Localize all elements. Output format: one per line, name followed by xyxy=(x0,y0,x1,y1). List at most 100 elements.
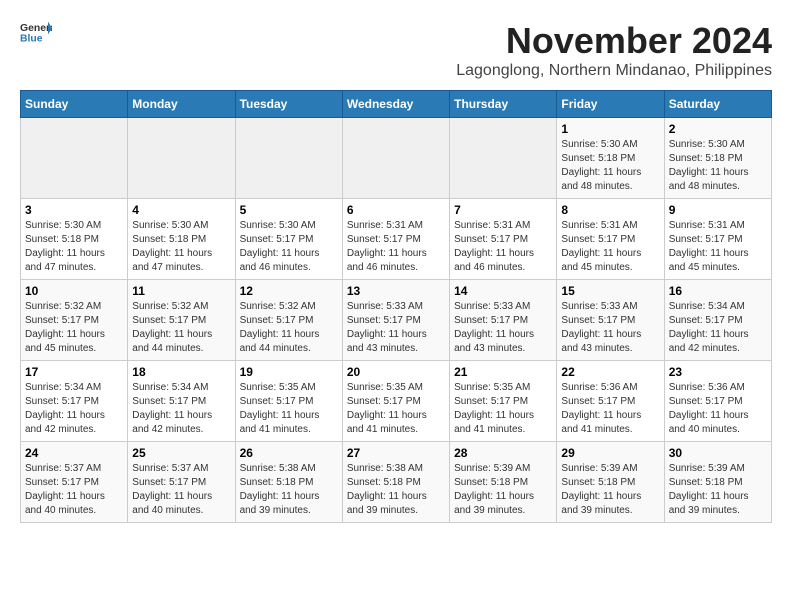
day-info: Sunrise: 5:30 AM Sunset: 5:18 PM Dayligh… xyxy=(669,138,767,194)
weekday-header-monday: Monday xyxy=(128,91,235,118)
calendar-week-row: 10 Sunrise: 5:32 AM Sunset: 5:17 PM Dayli… xyxy=(21,280,772,361)
month-title: November 2024 xyxy=(456,20,772,62)
weekday-header-sunday: Sunday xyxy=(21,91,128,118)
day-number: 17 xyxy=(25,365,123,379)
calendar-cell: 20 Sunrise: 5:35 AM Sunset: 5:17 PM Dayli… xyxy=(342,361,449,442)
day-number: 3 xyxy=(25,203,123,217)
day-number: 24 xyxy=(25,446,123,460)
day-info: Sunrise: 5:39 AM Sunset: 5:18 PM Dayligh… xyxy=(669,462,767,518)
day-info: Sunrise: 5:31 AM Sunset: 5:17 PM Dayligh… xyxy=(669,219,767,275)
day-number: 19 xyxy=(240,365,338,379)
day-info: Sunrise: 5:30 AM Sunset: 5:18 PM Dayligh… xyxy=(25,219,123,275)
weekday-header-friday: Friday xyxy=(557,91,664,118)
day-number: 12 xyxy=(240,284,338,298)
day-info: Sunrise: 5:32 AM Sunset: 5:17 PM Dayligh… xyxy=(132,300,230,356)
day-info: Sunrise: 5:39 AM Sunset: 5:18 PM Dayligh… xyxy=(561,462,659,518)
day-number: 8 xyxy=(561,203,659,217)
calendar-cell: 25 Sunrise: 5:37 AM Sunset: 5:17 PM Dayli… xyxy=(128,442,235,523)
day-info: Sunrise: 5:32 AM Sunset: 5:17 PM Dayligh… xyxy=(240,300,338,356)
day-number: 14 xyxy=(454,284,552,298)
calendar-cell xyxy=(450,118,557,199)
day-number: 1 xyxy=(561,122,659,136)
calendar-week-row: 24 Sunrise: 5:37 AM Sunset: 5:17 PM Dayli… xyxy=(21,442,772,523)
calendar-cell: 16 Sunrise: 5:34 AM Sunset: 5:17 PM Dayli… xyxy=(664,280,771,361)
calendar-cell: 1 Sunrise: 5:30 AM Sunset: 5:18 PM Daylig… xyxy=(557,118,664,199)
day-info: Sunrise: 5:38 AM Sunset: 5:18 PM Dayligh… xyxy=(347,462,445,518)
title-area: November 2024 Lagonglong, Northern Minda… xyxy=(456,20,772,80)
weekday-header-row: SundayMondayTuesdayWednesdayThursdayFrid… xyxy=(21,91,772,118)
day-number: 10 xyxy=(25,284,123,298)
weekday-header-saturday: Saturday xyxy=(664,91,771,118)
calendar-cell: 30Sunrise: 5:39 AM Sunset: 5:18 PM Dayli… xyxy=(664,442,771,523)
day-number: 29 xyxy=(561,446,659,460)
calendar-cell: 15Sunrise: 5:33 AM Sunset: 5:17 PM Dayli… xyxy=(557,280,664,361)
calendar-week-row: 3 Sunrise: 5:30 AM Sunset: 5:18 PM Daylig… xyxy=(21,199,772,280)
calendar-cell: 28Sunrise: 5:39 AM Sunset: 5:18 PM Dayli… xyxy=(450,442,557,523)
day-number: 7 xyxy=(454,203,552,217)
day-info: Sunrise: 5:30 AM Sunset: 5:17 PM Dayligh… xyxy=(240,219,338,275)
day-info: Sunrise: 5:35 AM Sunset: 5:17 PM Dayligh… xyxy=(240,381,338,437)
day-number: 11 xyxy=(132,284,230,298)
day-info: Sunrise: 5:31 AM Sunset: 5:17 PM Dayligh… xyxy=(454,219,552,275)
day-number: 5 xyxy=(240,203,338,217)
calendar-cell: 12 Sunrise: 5:32 AM Sunset: 5:17 PM Dayli… xyxy=(235,280,342,361)
day-number: 27 xyxy=(347,446,445,460)
calendar-cell xyxy=(21,118,128,199)
calendar-cell xyxy=(235,118,342,199)
day-info: Sunrise: 5:37 AM Sunset: 5:17 PM Dayligh… xyxy=(132,462,230,518)
calendar-cell: 2Sunrise: 5:30 AM Sunset: 5:18 PM Daylig… xyxy=(664,118,771,199)
calendar-cell: 21Sunrise: 5:35 AM Sunset: 5:17 PM Dayli… xyxy=(450,361,557,442)
day-number: 18 xyxy=(132,365,230,379)
day-info: Sunrise: 5:33 AM Sunset: 5:17 PM Dayligh… xyxy=(454,300,552,356)
day-info: Sunrise: 5:38 AM Sunset: 5:18 PM Dayligh… xyxy=(240,462,338,518)
calendar-cell: 10 Sunrise: 5:32 AM Sunset: 5:17 PM Dayli… xyxy=(21,280,128,361)
logo: General Blue xyxy=(20,20,52,44)
day-number: 26 xyxy=(240,446,338,460)
day-info: Sunrise: 5:32 AM Sunset: 5:17 PM Dayligh… xyxy=(25,300,123,356)
day-number: 21 xyxy=(454,365,552,379)
weekday-header-thursday: Thursday xyxy=(450,91,557,118)
day-number: 16 xyxy=(669,284,767,298)
calendar-cell: 27 Sunrise: 5:38 AM Sunset: 5:18 PM Dayli… xyxy=(342,442,449,523)
day-info: Sunrise: 5:36 AM Sunset: 5:17 PM Dayligh… xyxy=(669,381,767,437)
calendar-cell: 8 Sunrise: 5:31 AM Sunset: 5:17 PM Daylig… xyxy=(557,199,664,280)
calendar-cell: 5 Sunrise: 5:30 AM Sunset: 5:17 PM Daylig… xyxy=(235,199,342,280)
day-info: Sunrise: 5:31 AM Sunset: 5:17 PM Dayligh… xyxy=(561,219,659,275)
day-info: Sunrise: 5:34 AM Sunset: 5:17 PM Dayligh… xyxy=(669,300,767,356)
header: General Blue November 2024 Lagonglong, N… xyxy=(20,20,772,80)
day-number: 4 xyxy=(132,203,230,217)
calendar-cell: 22Sunrise: 5:36 AM Sunset: 5:17 PM Dayli… xyxy=(557,361,664,442)
calendar-week-row: 1 Sunrise: 5:30 AM Sunset: 5:18 PM Daylig… xyxy=(21,118,772,199)
svg-text:General: General xyxy=(20,23,52,34)
calendar-cell: 4 Sunrise: 5:30 AM Sunset: 5:18 PM Daylig… xyxy=(128,199,235,280)
day-number: 6 xyxy=(347,203,445,217)
calendar-cell: 3 Sunrise: 5:30 AM Sunset: 5:18 PM Daylig… xyxy=(21,199,128,280)
day-info: Sunrise: 5:30 AM Sunset: 5:18 PM Dayligh… xyxy=(132,219,230,275)
calendar-cell: 9Sunrise: 5:31 AM Sunset: 5:17 PM Daylig… xyxy=(664,199,771,280)
calendar-week-row: 17 Sunrise: 5:34 AM Sunset: 5:17 PM Dayli… xyxy=(21,361,772,442)
calendar-cell: 29 Sunrise: 5:39 AM Sunset: 5:18 PM Dayli… xyxy=(557,442,664,523)
calendar-cell: 18 Sunrise: 5:34 AM Sunset: 5:17 PM Dayli… xyxy=(128,361,235,442)
day-info: Sunrise: 5:33 AM Sunset: 5:17 PM Dayligh… xyxy=(347,300,445,356)
calendar-cell: 7 Sunrise: 5:31 AM Sunset: 5:17 PM Daylig… xyxy=(450,199,557,280)
day-number: 13 xyxy=(347,284,445,298)
calendar-cell: 24Sunrise: 5:37 AM Sunset: 5:17 PM Dayli… xyxy=(21,442,128,523)
calendar-cell: 26 Sunrise: 5:38 AM Sunset: 5:18 PM Dayli… xyxy=(235,442,342,523)
weekday-header-wednesday: Wednesday xyxy=(342,91,449,118)
day-info: Sunrise: 5:30 AM Sunset: 5:18 PM Dayligh… xyxy=(561,138,659,194)
day-number: 20 xyxy=(347,365,445,379)
calendar-cell: 14 Sunrise: 5:33 AM Sunset: 5:17 PM Dayli… xyxy=(450,280,557,361)
calendar-cell: 6 Sunrise: 5:31 AM Sunset: 5:17 PM Daylig… xyxy=(342,199,449,280)
calendar-cell: 13 Sunrise: 5:33 AM Sunset: 5:17 PM Dayli… xyxy=(342,280,449,361)
day-number: 23 xyxy=(669,365,767,379)
day-number: 28 xyxy=(454,446,552,460)
location-title: Lagonglong, Northern Mindanao, Philippin… xyxy=(456,62,772,80)
calendar-cell: 23 Sunrise: 5:36 AM Sunset: 5:17 PM Dayli… xyxy=(664,361,771,442)
day-info: Sunrise: 5:35 AM Sunset: 5:17 PM Dayligh… xyxy=(347,381,445,437)
day-info: Sunrise: 5:34 AM Sunset: 5:17 PM Dayligh… xyxy=(132,381,230,437)
calendar-cell xyxy=(128,118,235,199)
day-info: Sunrise: 5:33 AM Sunset: 5:17 PM Dayligh… xyxy=(561,300,659,356)
day-number: 25 xyxy=(132,446,230,460)
day-info: Sunrise: 5:31 AM Sunset: 5:17 PM Dayligh… xyxy=(347,219,445,275)
calendar-cell: 17Sunrise: 5:34 AM Sunset: 5:17 PM Dayli… xyxy=(21,361,128,442)
